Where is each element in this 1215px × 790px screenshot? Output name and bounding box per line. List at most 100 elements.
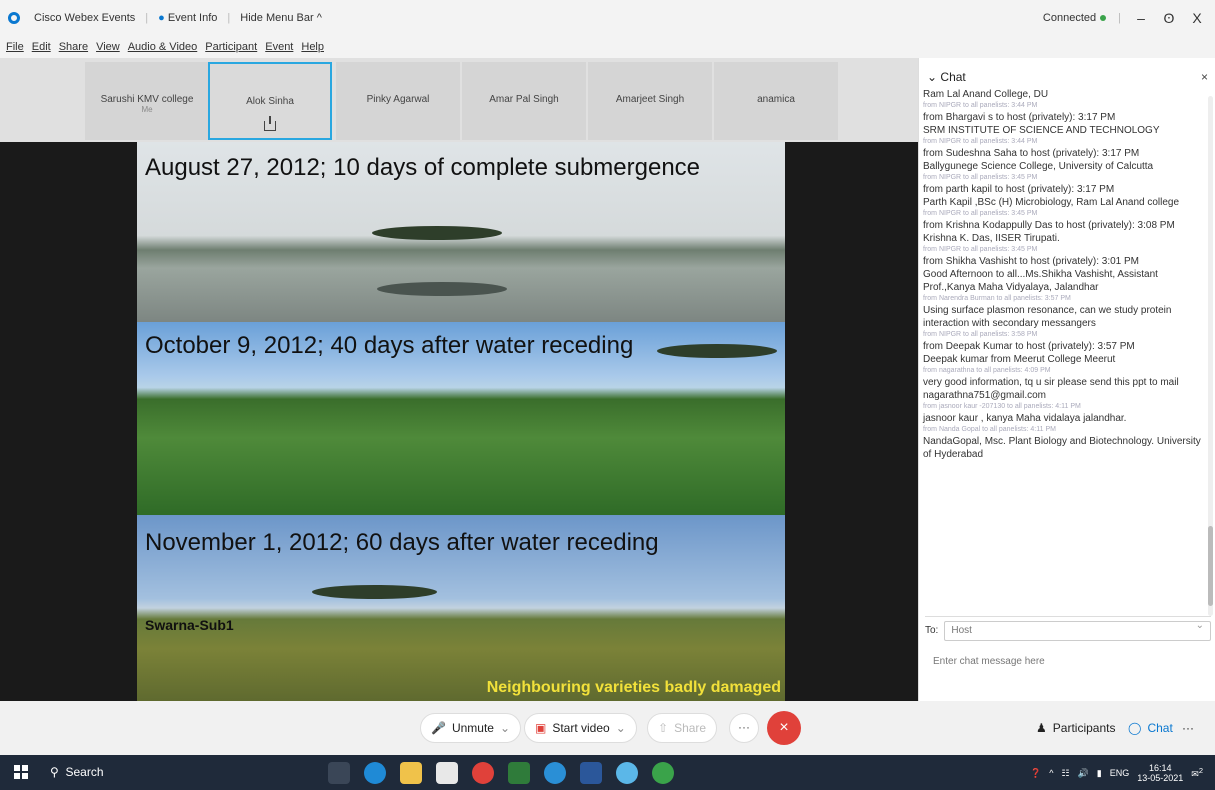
- notification-count: 2: [1198, 766, 1203, 775]
- event-info-button[interactable]: ● Event Info: [158, 12, 217, 24]
- chevron-up-icon[interactable]: ^: [1049, 768, 1053, 778]
- participant-thumbnail[interactable]: Sarushi KMV college Me: [85, 62, 209, 140]
- participant-thumbnail[interactable]: Pinky Agarwal: [336, 62, 460, 140]
- app-name: Cisco Webex Events: [34, 12, 136, 24]
- clock-time: 16:14: [1148, 763, 1172, 773]
- message-text: very good information, tq u sir please s…: [923, 377, 1179, 401]
- close-chat-button[interactable]: ×: [1201, 70, 1208, 84]
- participant-thumbnail[interactable]: anamica: [714, 62, 838, 140]
- message-sender: from Krishna Kodappully Das to host (pri…: [923, 220, 1175, 231]
- menu-file[interactable]: File: [6, 41, 24, 53]
- tree-line-image: [312, 585, 437, 599]
- language-indicator[interactable]: ENG: [1110, 768, 1130, 778]
- menu-view[interactable]: View: [96, 41, 120, 53]
- recipient-select[interactable]: Host: [944, 620, 1211, 641]
- end-meeting-button[interactable]: ×: [767, 711, 801, 745]
- message-text: SRM INSTITUTE OF SCIENCE AND TECHNOLOGY: [923, 125, 1160, 136]
- taskbar-search[interactable]: ⚲ Search: [50, 765, 104, 779]
- menu-edit[interactable]: Edit: [32, 41, 51, 53]
- close-window-button[interactable]: X: [1189, 10, 1205, 26]
- message-text: jasnoor kaur , kanya Maha vidalaya jalan…: [923, 413, 1127, 424]
- chat-message: from Bhargavi s to host (privately): 3:1…: [923, 111, 1209, 147]
- chat-panel-button[interactable]: ◯ Chat: [1118, 713, 1183, 743]
- restore-button[interactable]: ʘ: [1161, 10, 1177, 26]
- participant-thumbnail[interactable]: Amarjeet Singh: [588, 62, 712, 140]
- slide-caption: August 27, 2012; 10 days of complete sub…: [145, 154, 701, 181]
- more-options-button[interactable]: ···: [729, 713, 759, 743]
- app-icon[interactable]: [652, 762, 674, 784]
- message-meta: from NIPGR to all panelists: 3:45 PM: [923, 246, 1038, 253]
- search-icon: ⚲: [50, 765, 59, 779]
- battery-icon[interactable]: ▮: [1097, 768, 1102, 779]
- divider: |: [1118, 12, 1121, 24]
- edge-browser-icon[interactable]: [364, 762, 386, 784]
- windows-start-icon[interactable]: [14, 765, 28, 779]
- chat-message: Ram Lal Anand College, DU from NIPGR to …: [923, 88, 1209, 111]
- participant-strip: Sarushi KMV college Me Alok Sinha Pinky …: [0, 58, 918, 142]
- menu-share[interactable]: Share: [59, 41, 88, 53]
- volume-icon[interactable]: 🔊: [1078, 768, 1089, 779]
- chevron-down-icon: ⌄: [927, 70, 938, 84]
- chat-messages[interactable]: Ram Lal Anand College, DU from NIPGR to …: [919, 88, 1209, 612]
- slide-photo-recovering-field: October 9, 2012; 40 days after water rec…: [137, 322, 785, 515]
- tree-line-image: [372, 226, 502, 240]
- word-icon[interactable]: [580, 762, 602, 784]
- chat-message: from Krishna Kodappully Das to host (pri…: [923, 219, 1209, 255]
- chat-scrollbar[interactable]: [1208, 96, 1213, 616]
- unmute-button[interactable]: 🎤 Unmute ⌄: [420, 713, 522, 743]
- minimize-button[interactable]: –: [1133, 10, 1149, 26]
- message-meta: from NIPGR to all panelists: 3:44 PM: [923, 138, 1038, 145]
- start-video-button[interactable]: ▣ Start video ⌄: [524, 713, 637, 743]
- store-icon[interactable]: [436, 762, 458, 784]
- slide-photo-flooded-field: August 27, 2012; 10 days of complete sub…: [137, 142, 785, 322]
- menu-help[interactable]: Help: [301, 41, 324, 53]
- video-off-icon: ▣: [535, 721, 547, 735]
- title-bar: Cisco Webex Events | ● Event Info | Hide…: [0, 0, 1215, 36]
- network-icon[interactable]: ☷: [1061, 768, 1069, 779]
- message-text: NandaGopal, Msc. Plant Biology and Biote…: [923, 436, 1201, 460]
- tree-reflection-image: [377, 282, 507, 296]
- share-button[interactable]: ⇧ Share: [647, 713, 718, 743]
- message-meta: from jasnoor kaur -207130 to all panelis…: [923, 403, 1081, 410]
- webex-logo-icon: [8, 12, 20, 24]
- divider: |: [145, 12, 149, 24]
- chat-title[interactable]: ⌄ Chat: [927, 70, 966, 84]
- recipient-row: To: Host: [925, 616, 1211, 644]
- file-explorer-icon[interactable]: [400, 762, 422, 784]
- message-text: Ram Lal Anand College, DU: [923, 89, 1049, 100]
- menu-event[interactable]: Event: [265, 41, 293, 53]
- participant-name: Amar Pal Singh: [489, 94, 559, 105]
- message-sender: from parth kapil to host (privately): 3:…: [923, 184, 1115, 195]
- message-text: Deepak kumar from Meerut College Meerut: [923, 354, 1116, 365]
- clock[interactable]: 16:14 13-05-2021: [1137, 763, 1183, 783]
- participants-label: Participants: [1052, 721, 1116, 735]
- participants-panel-button[interactable]: ♟ Participants: [1026, 713, 1125, 743]
- help-icon[interactable]: ❓: [1030, 768, 1041, 779]
- app-icon[interactable]: [544, 762, 566, 784]
- divider: |: [227, 12, 231, 24]
- scrollbar-thumb[interactable]: [1208, 526, 1213, 606]
- participant-name: Pinky Agarwal: [366, 94, 430, 105]
- windows-taskbar: ⚲ Search ❓ ^ ☷ 🔊 ▮ ENG 16:14 13-05-2021 ✉…: [0, 755, 1215, 790]
- message-meta: from NIPGR to all panelists: 3:44 PM: [923, 102, 1038, 109]
- message-text: Parth Kapil ,BSc (H) Microbiology, Ram L…: [923, 197, 1180, 208]
- menu-participant[interactable]: Participant: [205, 41, 257, 53]
- participant-thumbnail-active-speaker[interactable]: Alok Sinha: [208, 62, 332, 140]
- message-meta: from NIPGR to all panelists: 3:45 PM: [923, 210, 1038, 217]
- message-meta: from nagarathna to all panelists: 4:09 P…: [923, 367, 1051, 374]
- notifications-icon[interactable]: ✉2: [1191, 766, 1203, 780]
- participant-thumbnail[interactable]: Amar Pal Singh: [462, 62, 586, 140]
- damage-label: Neighbouring varieties badly damaged: [486, 679, 781, 696]
- overflow-menu-button[interactable]: ···: [1178, 713, 1198, 743]
- menu-audio-video[interactable]: Audio & Video: [128, 41, 198, 53]
- app-icon[interactable]: [508, 762, 530, 784]
- webex-icon[interactable]: [616, 762, 638, 784]
- message-text: Using surface plasmon resonance, can we …: [923, 305, 1172, 329]
- task-view-icon[interactable]: [328, 762, 350, 784]
- message-sender: from Shikha Vashisht to host (privately)…: [923, 256, 1140, 267]
- event-info-label: Event Info: [167, 12, 218, 24]
- message-meta: from NIPGR to all panelists: 3:58 PM: [923, 331, 1038, 338]
- chat-message-input[interactable]: Enter chat message here: [925, 648, 1211, 694]
- chrome-icon[interactable]: [472, 762, 494, 784]
- hide-menu-bar-button[interactable]: Hide Menu Bar ^: [240, 12, 322, 24]
